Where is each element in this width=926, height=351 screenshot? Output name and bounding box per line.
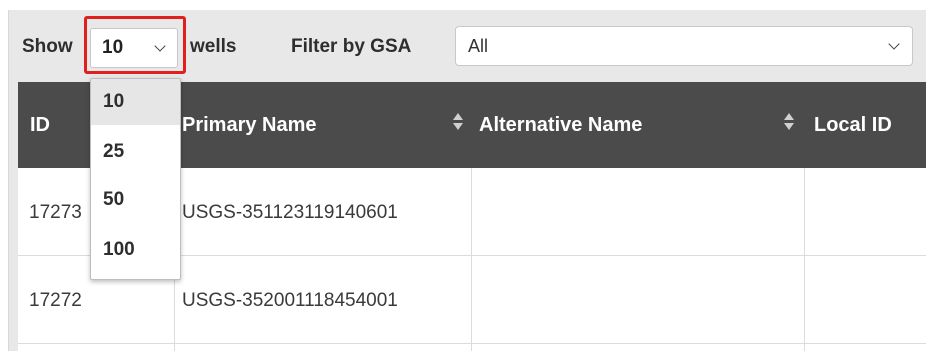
page-size-option-100[interactable]: 100 <box>91 227 180 273</box>
sort-icon[interactable] <box>453 111 463 133</box>
cell-primary-name <box>175 344 472 351</box>
cell-id <box>18 344 175 351</box>
page-size-option-10[interactable]: 10 <box>91 79 180 125</box>
cell-alternative-name <box>472 168 805 255</box>
screen: Show 10 wells Filter by GSA All ID Prima… <box>0 0 926 351</box>
column-header-local-id[interactable]: Local ID <box>814 114 892 137</box>
page-size-dropdown: 10 25 50 100 <box>90 78 181 280</box>
sort-icon[interactable] <box>784 111 794 133</box>
option-label: 10 <box>103 91 125 112</box>
filter-gsa-label: Filter by GSA <box>291 36 412 57</box>
wells-label: wells <box>190 36 237 57</box>
show-label: Show <box>22 36 73 57</box>
option-label: 100 <box>103 239 135 260</box>
cell-id-text: 17272 <box>29 290 82 311</box>
gsa-filter-value: All <box>468 36 489 56</box>
cell-primary-name-text: USGS-351123119140601 <box>182 202 398 223</box>
cell-local-id <box>805 168 926 255</box>
cell-primary-name: USGS-352001118454001 <box>175 256 472 343</box>
column-header-id[interactable]: ID <box>30 114 50 137</box>
highlight-box <box>84 16 186 74</box>
column-header-primary-name[interactable]: Primary Name <box>182 114 317 137</box>
option-label: 50 <box>103 189 125 210</box>
cell-primary-name: USGS-351123119140601 <box>175 168 472 255</box>
page-size-option-25[interactable]: 25 <box>91 129 180 175</box>
chevron-down-icon <box>888 38 900 50</box>
cell-primary-name-text: USGS-352001118454001 <box>182 290 398 311</box>
table-row <box>18 344 926 351</box>
column-header-alternative-name[interactable]: Alternative Name <box>479 114 642 137</box>
page-size-option-50[interactable]: 50 <box>91 177 180 223</box>
option-label: 25 <box>103 141 125 162</box>
gsa-filter-select[interactable]: All <box>455 26 913 66</box>
cell-local-id <box>805 256 926 343</box>
cell-id-text: 17273 <box>29 202 82 223</box>
cell-alternative-name <box>472 256 805 343</box>
cell-alternative-name <box>472 344 805 351</box>
